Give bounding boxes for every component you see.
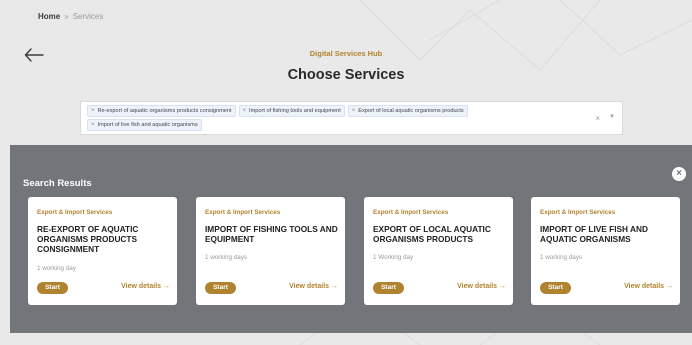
selected-chips: × Re-export of aquatic organisms products…: [87, 105, 557, 131]
card-category: Export & Import Services: [205, 209, 281, 216]
card-title: IMPORT OF FISHING TOOLS AND EQUIPMENT: [205, 224, 338, 244]
view-details-link[interactable]: View details →: [457, 283, 506, 290]
chip-remove-icon[interactable]: ×: [91, 122, 95, 128]
search-results-title: Search Results: [23, 178, 92, 189]
start-button[interactable]: Start: [540, 282, 571, 294]
card-category: Export & Import Services: [540, 209, 616, 216]
card-duration: 1 Working day: [373, 254, 414, 261]
card-duration: 1 working days: [540, 254, 582, 261]
breadcrumb: Home » Services: [38, 12, 103, 21]
service-card[interactable]: Export & Import Services IMPORT OF LIVE …: [531, 197, 680, 305]
card-title: EXPORT OF LOCAL AQUATIC ORGANISMS PRODUC…: [373, 224, 491, 244]
start-button[interactable]: Start: [37, 282, 68, 294]
card-category: Export & Import Services: [37, 209, 113, 216]
chip: × Import of live fish and aquatic organis…: [87, 119, 202, 131]
service-card[interactable]: Export & Import Services IMPORT OF FISHI…: [196, 197, 345, 305]
services-multiselect[interactable]: × Re-export of aquatic organisms products…: [80, 101, 623, 135]
start-button[interactable]: Start: [373, 282, 404, 294]
card-duration: 1 working days: [205, 254, 247, 261]
card-category: Export & Import Services: [373, 209, 449, 216]
caret-down-icon[interactable]: ▼: [609, 114, 615, 120]
page-title: Choose Services: [287, 67, 405, 83]
service-card[interactable]: Export & Import Services RE-EXPORT OF AQ…: [28, 197, 177, 305]
start-button[interactable]: Start: [205, 282, 236, 294]
chip: × Re-export of aquatic organisms products…: [87, 105, 236, 117]
breadcrumb-separator: »: [64, 12, 69, 21]
chip: × Export of local aquatic organisms produ…: [347, 105, 468, 117]
card-title: RE-EXPORT OF AQUATIC ORGANISMS PRODUCTS …: [37, 224, 139, 254]
chip: × Import of fishing tools and equipment: [238, 105, 345, 117]
view-details-link[interactable]: View details →: [624, 283, 673, 290]
view-details-link[interactable]: View details →: [121, 283, 170, 290]
search-results-panel: Search Results × Export & Import Service…: [10, 145, 692, 333]
close-circle-icon[interactable]: ×: [672, 167, 686, 181]
chip-remove-icon[interactable]: ×: [352, 108, 356, 114]
breadcrumb-home[interactable]: Home: [38, 12, 60, 21]
chip-label: Re-export of aquatic organisms products …: [97, 108, 232, 114]
clear-icon[interactable]: ×: [595, 114, 600, 123]
chip-label: Import of fishing tools and equipment: [249, 108, 341, 114]
chip-remove-icon[interactable]: ×: [91, 108, 95, 114]
view-details-link[interactable]: View details →: [289, 283, 338, 290]
chip-remove-icon[interactable]: ×: [243, 108, 247, 114]
card-title: IMPORT OF LIVE FISH AND AQUATIC ORGANISM…: [540, 224, 649, 244]
card-duration: 1 working day: [37, 265, 76, 272]
chip-label: Import of live fish and aquatic organism…: [97, 122, 198, 128]
chip-label: Export of local aquatic organisms produc…: [358, 108, 464, 114]
breadcrumb-current: Services: [72, 12, 104, 21]
hub-label: Digital Services Hub: [309, 49, 383, 58]
service-card[interactable]: Export & Import Services EXPORT OF LOCAL…: [364, 197, 513, 305]
